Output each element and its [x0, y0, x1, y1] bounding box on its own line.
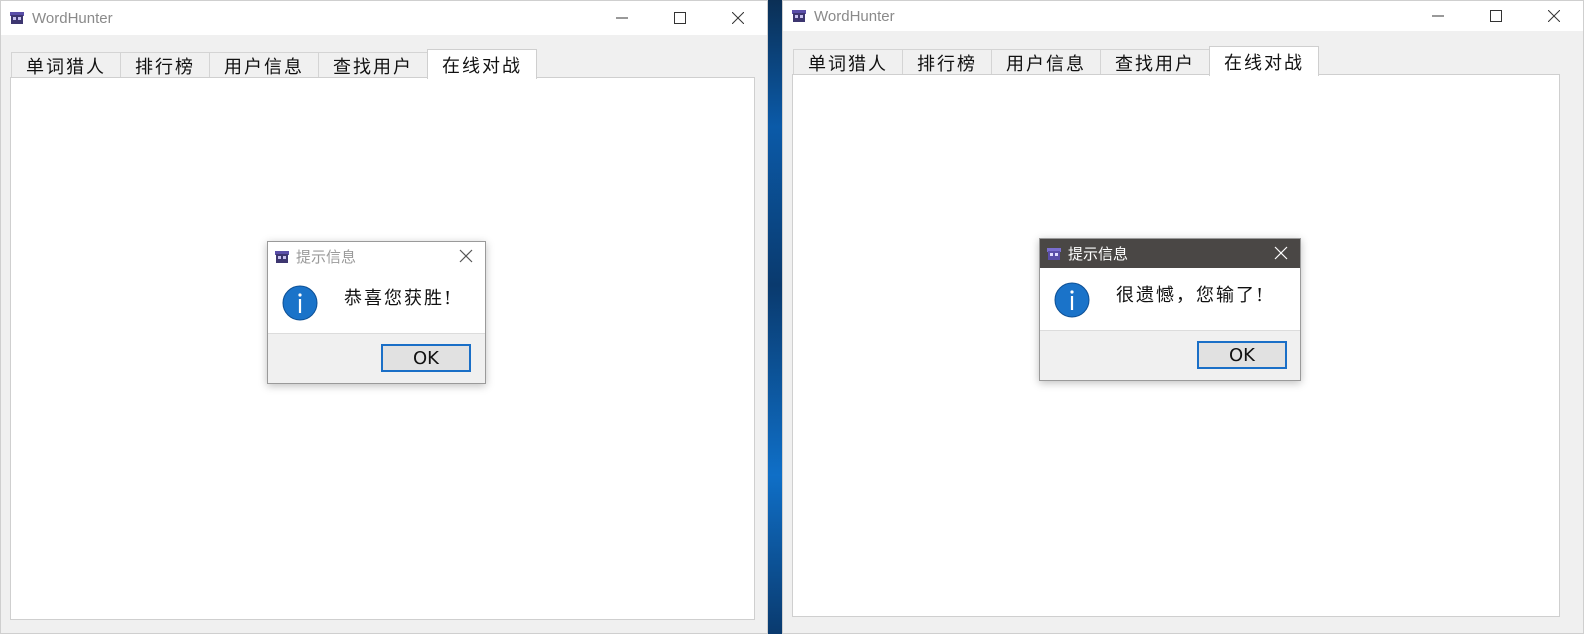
app-icon [10, 12, 24, 24]
ok-button[interactable]: OK [381, 344, 471, 372]
close-button[interactable] [1525, 1, 1583, 31]
close-icon[interactable] [459, 249, 473, 263]
tab-find-user[interactable]: 查找用户 [318, 52, 428, 79]
minimize-button[interactable] [593, 1, 651, 35]
window-titlebar[interactable]: WordHunter [1, 1, 767, 35]
dialog-message: 很遗憾，您输了! [1116, 285, 1266, 306]
maximize-icon [1490, 10, 1502, 22]
window-titlebar[interactable]: WordHunter [783, 1, 1583, 31]
message-dialog-win: 提示信息 恭喜您获胜! OK [267, 241, 486, 384]
window-title: WordHunter [814, 7, 895, 25]
tab-leaderboard[interactable]: 排行榜 [120, 52, 210, 79]
dialog-titlebar[interactable]: 提示信息 [268, 242, 485, 271]
dialog-footer: OK [268, 333, 485, 385]
tab-online-battle[interactable]: 在线对战 [427, 49, 537, 79]
tab-user-info[interactable]: 用户信息 [209, 52, 319, 79]
tab-bar: 单词猎人 排行榜 用户信息 查找用户 在线对战 [793, 46, 1319, 76]
app-icon [1047, 247, 1061, 260]
info-icon [1054, 282, 1090, 318]
info-icon [282, 285, 318, 321]
tab-online-battle[interactable]: 在线对战 [1209, 46, 1319, 76]
ok-button[interactable]: OK [1197, 341, 1287, 369]
window-controls [1409, 1, 1583, 31]
tab-word-hunter[interactable]: 单词猎人 [793, 49, 903, 76]
tab-leaderboard[interactable]: 排行榜 [902, 49, 992, 76]
minimize-icon [1432, 15, 1444, 17]
dialog-body: 恭喜您获胜! [268, 271, 485, 333]
dialog-title: 提示信息 [296, 249, 357, 266]
window-title: WordHunter [32, 9, 113, 27]
dialog-body: 很遗憾，您输了! [1040, 268, 1300, 330]
close-icon [732, 12, 744, 24]
dialog-footer: OK [1040, 330, 1300, 382]
dialog-title: 提示信息 [1068, 246, 1129, 263]
app-icon [792, 10, 806, 22]
close-icon[interactable] [1274, 246, 1288, 260]
close-icon [1548, 10, 1560, 22]
app-icon [275, 250, 289, 263]
tab-user-info[interactable]: 用户信息 [991, 49, 1101, 76]
tab-word-hunter[interactable]: 单词猎人 [11, 52, 121, 79]
tab-bar: 单词猎人 排行榜 用户信息 查找用户 在线对战 [11, 49, 537, 79]
minimize-icon [616, 17, 628, 19]
close-button[interactable] [709, 1, 767, 35]
message-dialog-lose: 提示信息 很遗憾，您输了! OK [1039, 238, 1301, 381]
maximize-button[interactable] [1467, 1, 1525, 31]
maximize-button[interactable] [651, 1, 709, 35]
desktop-background [768, 0, 782, 634]
dialog-message: 恭喜您获胜! [344, 288, 454, 309]
minimize-button[interactable] [1409, 1, 1467, 31]
tab-find-user[interactable]: 查找用户 [1100, 49, 1210, 76]
window-controls [593, 1, 767, 35]
dialog-titlebar[interactable]: 提示信息 [1040, 239, 1300, 268]
maximize-icon [674, 12, 686, 24]
